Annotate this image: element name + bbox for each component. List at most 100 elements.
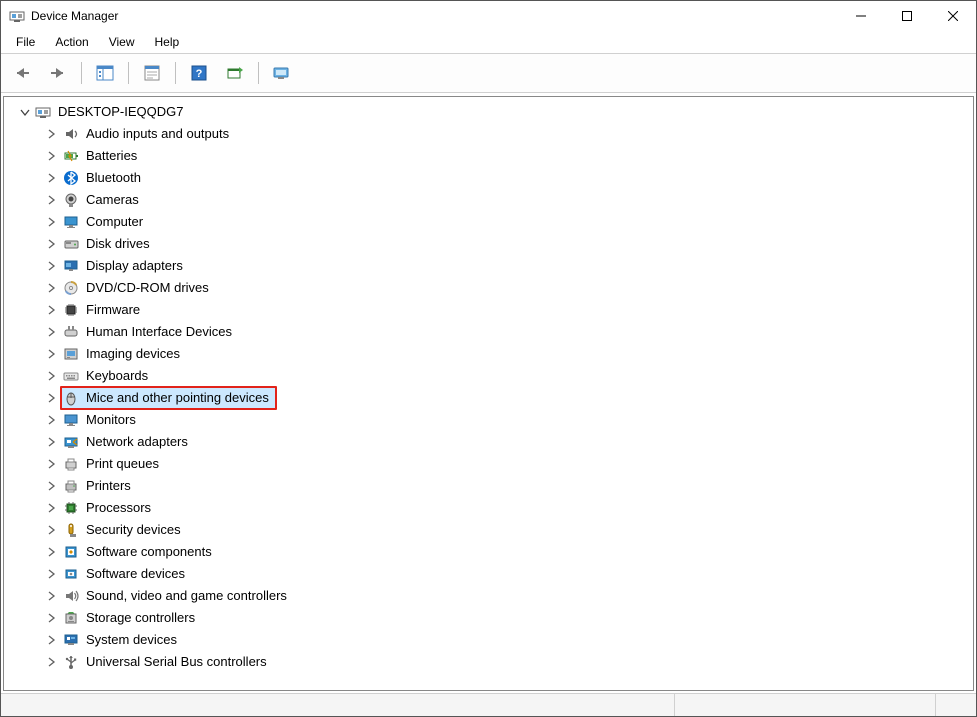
tree-item-label: Firmware — [84, 299, 142, 321]
tree-item-sound-video-and-game-controllers[interactable]: Sound, video and game controllers — [18, 585, 973, 607]
tree-item-mice-and-other-pointing-devices[interactable]: Mice and other pointing devices — [18, 387, 973, 409]
chevron-right-icon[interactable] — [44, 347, 58, 361]
statusbar — [1, 693, 976, 716]
tree-item-imaging-devices[interactable]: Imaging devices — [18, 343, 973, 365]
chevron-right-icon[interactable] — [44, 435, 58, 449]
menu-action[interactable]: Action — [46, 33, 97, 51]
tree-item-bluetooth[interactable]: Bluetooth — [18, 167, 973, 189]
toolbar: ? — [1, 54, 976, 93]
help-button[interactable]: ? — [182, 58, 216, 88]
printqueue-icon — [62, 455, 80, 473]
tree-item-label: Monitors — [84, 409, 138, 431]
chip-icon — [62, 301, 80, 319]
tree-item-network-adapters[interactable]: Network adapters — [18, 431, 973, 453]
tree-item-monitors[interactable]: Monitors — [18, 409, 973, 431]
tree-item-universal-serial-bus-controllers[interactable]: Universal Serial Bus controllers — [18, 651, 973, 673]
device-tree[interactable]: DESKTOP-IEQQDG7Audio inputs and outputsB… — [3, 96, 974, 691]
menu-file[interactable]: File — [7, 33, 44, 51]
tree-item-label: Batteries — [84, 145, 139, 167]
close-button[interactable] — [930, 1, 976, 31]
tree-item-firmware[interactable]: Firmware — [18, 299, 973, 321]
chevron-down-icon[interactable] — [18, 105, 32, 119]
tree-item-security-devices[interactable]: Security devices — [18, 519, 973, 541]
chevron-right-icon[interactable] — [44, 413, 58, 427]
chevron-right-icon[interactable] — [44, 193, 58, 207]
chevron-right-icon[interactable] — [44, 149, 58, 163]
display-icon — [62, 257, 80, 275]
properties-button[interactable] — [135, 58, 169, 88]
tree-item-cameras[interactable]: Cameras — [18, 189, 973, 211]
tree-item-display-adapters[interactable]: Display adapters — [18, 255, 973, 277]
tree-item-software-devices[interactable]: Software devices — [18, 563, 973, 585]
tree-item-disk-drives[interactable]: Disk drives — [18, 233, 973, 255]
chevron-right-icon[interactable] — [44, 523, 58, 537]
chevron-right-icon[interactable] — [44, 479, 58, 493]
forward-button[interactable] — [41, 58, 75, 88]
tree-item-label: Audio inputs and outputs — [84, 123, 231, 145]
speaker-icon — [62, 125, 80, 143]
tree-item-label: Storage controllers — [84, 607, 197, 629]
chevron-right-icon[interactable] — [44, 589, 58, 603]
chevron-right-icon[interactable] — [44, 171, 58, 185]
tree-item-label: Software components — [84, 541, 214, 563]
tree-item-label: Print queues — [84, 453, 161, 475]
tree-item-software-components[interactable]: Software components — [18, 541, 973, 563]
tree-item-print-queues[interactable]: Print queues — [18, 453, 973, 475]
tree-item-computer[interactable]: Computer — [18, 211, 973, 233]
show-hide-tree-button[interactable] — [88, 58, 122, 88]
scan-hardware-button[interactable] — [218, 58, 252, 88]
chevron-right-icon[interactable] — [44, 237, 58, 251]
tree-item-label: Computer — [84, 211, 145, 233]
network-icon — [62, 433, 80, 451]
swdev-icon — [62, 565, 80, 583]
tree-item-batteries[interactable]: Batteries — [18, 145, 973, 167]
minimize-button[interactable] — [838, 1, 884, 31]
chevron-right-icon[interactable] — [44, 567, 58, 581]
chevron-right-icon[interactable] — [44, 127, 58, 141]
sound-icon — [62, 587, 80, 605]
cpu-icon — [62, 499, 80, 517]
chevron-right-icon[interactable] — [44, 501, 58, 515]
tree-item-printers[interactable]: Printers — [18, 475, 973, 497]
devices-by-connection-button[interactable] — [265, 58, 299, 88]
bluetooth-icon — [62, 169, 80, 187]
chevron-right-icon[interactable] — [44, 303, 58, 317]
tree-item-label: Imaging devices — [84, 343, 182, 365]
tree-item-label: DVD/CD-ROM drives — [84, 277, 211, 299]
tree-item-label: Keyboards — [84, 365, 150, 387]
chevron-right-icon[interactable] — [44, 369, 58, 383]
tree-item-system-devices[interactable]: System devices — [18, 629, 973, 651]
menu-help[interactable]: Help — [146, 33, 189, 51]
keyboard-icon — [62, 367, 80, 385]
tree-item-label: Display adapters — [84, 255, 185, 277]
chevron-right-icon[interactable] — [44, 655, 58, 669]
tree-item-storage-controllers[interactable]: Storage controllers — [18, 607, 973, 629]
disk-icon — [62, 235, 80, 253]
content-area: DESKTOP-IEQQDG7Audio inputs and outputsB… — [1, 93, 976, 693]
chevron-right-icon[interactable] — [44, 259, 58, 273]
tree-item-keyboards[interactable]: Keyboards — [18, 365, 973, 387]
back-button[interactable] — [5, 58, 39, 88]
printer-icon — [62, 477, 80, 495]
tree-item-audio-inputs-and-outputs[interactable]: Audio inputs and outputs — [18, 123, 973, 145]
tree-item-human-interface-devices[interactable]: Human Interface Devices — [18, 321, 973, 343]
tree-root-computer[interactable]: DESKTOP-IEQQDG7 — [18, 101, 973, 123]
chevron-right-icon[interactable] — [44, 611, 58, 625]
chevron-right-icon[interactable] — [44, 391, 58, 405]
menubar: File Action View Help — [1, 31, 976, 54]
chevron-right-icon[interactable] — [44, 281, 58, 295]
menu-view[interactable]: View — [100, 33, 144, 51]
tree-item-label: Disk drives — [84, 233, 152, 255]
tree-item-processors[interactable]: Processors — [18, 497, 973, 519]
monitor-icon — [62, 213, 80, 231]
tree-item-label: Software devices — [84, 563, 187, 585]
chevron-right-icon[interactable] — [44, 215, 58, 229]
maximize-button[interactable] — [884, 1, 930, 31]
chevron-right-icon[interactable] — [44, 545, 58, 559]
chevron-right-icon[interactable] — [44, 325, 58, 339]
chevron-right-icon[interactable] — [44, 457, 58, 471]
tree-item-label: Universal Serial Bus controllers — [84, 651, 269, 673]
tree-item-dvd-cd-rom-drives[interactable]: DVD/CD-ROM drives — [18, 277, 973, 299]
chevron-right-icon[interactable] — [44, 633, 58, 647]
battery-icon — [62, 147, 80, 165]
